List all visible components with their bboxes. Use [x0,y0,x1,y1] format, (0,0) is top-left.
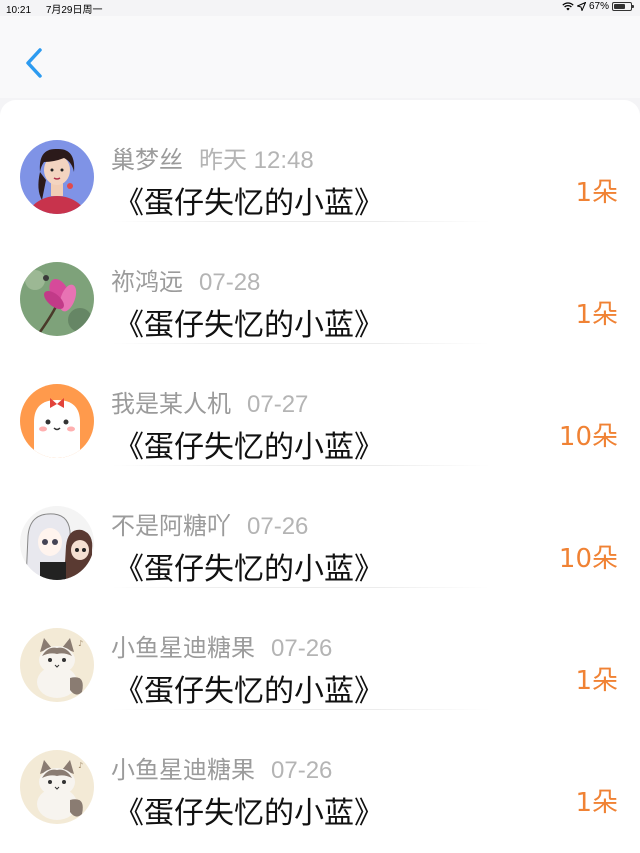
status-time: 10:21 [6,5,32,16]
avatar-anime-characters[interactable] [20,506,94,580]
timestamp: 07-27 [247,391,309,418]
name-line: 不是阿糖吖 07-26 [111,506,308,541]
user-name[interactable]: 祢鸿远 [111,268,183,296]
list-item[interactable]: ♪ 小鱼星迪糖果 07-26 《蛋仔失忆的小蓝》 1朵 [0,588,640,710]
battery-icon [612,2,634,11]
name-line: 我是某人机 07-27 [111,384,308,419]
timestamp: 昨天 12:48 [199,147,314,174]
work-title[interactable]: 《蛋仔失忆的小蓝》 [114,300,384,344]
avatar-cartoon-cat[interactable]: ♪ [20,628,94,702]
gift-list: 巢梦丝 昨天 12:48 《蛋仔失忆的小蓝》 1朵 祢鸿远 07-28 《蛋仔失忆的… [0,100,640,853]
battery-percent: 67% [588,1,609,12]
list-item[interactable]: 我是某人机 07-27 《蛋仔失忆的小蓝》 10朵 [0,344,640,466]
timestamp: 07-26 [271,757,333,784]
name-line: 巢梦丝 昨天 12:48 [111,140,314,175]
name-line: 祢鸿远 07-28 [111,262,260,297]
user-name[interactable]: 我是某人机 [111,390,231,418]
timestamp: 07-28 [199,269,261,296]
location-icon [576,2,586,11]
status-bar: 10:21 7月29日周一 67% [0,0,640,16]
back-button[interactable] [18,44,50,84]
list-item[interactable]: 祢鸿远 07-28 《蛋仔失忆的小蓝》 1朵 [0,222,640,344]
flower-count: 10朵 [558,422,618,452]
flower-count: 10朵 [558,544,618,574]
work-title[interactable]: 《蛋仔失忆的小蓝》 [114,178,384,222]
name-line: 小鱼星迪糖果 07-26 [111,750,332,785]
status-date: 7月29日周一 [45,5,103,16]
work-title[interactable]: 《蛋仔失忆的小蓝》 [114,666,384,710]
flower-count: 1朵 [575,300,618,330]
list-item[interactable]: ♪ 小鱼星迪糖果 07-26 《蛋仔失忆的小蓝》 1朵 [0,710,640,832]
chevron-left-icon [26,48,42,78]
list-item[interactable]: 不是阿糖吖 07-26 《蛋仔失忆的小蓝》 10朵 [0,466,640,588]
user-name[interactable]: 巢梦丝 [111,146,183,174]
timestamp: 07-26 [271,635,333,662]
work-title[interactable]: 《蛋仔失忆的小蓝》 [114,544,384,588]
avatar-cartoon-ghost[interactable] [20,384,94,458]
user-name[interactable]: 小鱼星迪糖果 [111,756,255,784]
list-item[interactable]: 巢梦丝 昨天 12:48 《蛋仔失忆的小蓝》 1朵 [0,100,640,222]
svg-text:♪: ♪ [78,761,83,770]
name-line: 小鱼星迪糖果 07-26 [111,628,332,663]
flower-count: 1朵 [575,178,618,208]
work-title[interactable]: 《蛋仔失忆的小蓝》 [114,788,384,832]
status-left: 10:21 7月29日周一 [6,1,115,16]
avatar-pink-flower[interactable] [20,262,94,336]
battery-fill [614,4,625,9]
header [0,16,640,98]
status-right: 67% [562,1,634,12]
flower-count: 1朵 [575,666,618,696]
work-title[interactable]: 《蛋仔失忆的小蓝》 [114,422,384,466]
avatar-girl-portrait[interactable] [20,140,94,214]
wifi-icon [562,2,574,11]
user-name[interactable]: 小鱼星迪糖果 [111,634,255,662]
user-name[interactable]: 不是阿糖吖 [111,512,231,540]
avatar-cartoon-cat[interactable]: ♪ [20,750,94,824]
svg-text:♪: ♪ [78,639,83,648]
flower-count: 1朵 [575,788,618,818]
timestamp: 07-26 [247,513,309,540]
